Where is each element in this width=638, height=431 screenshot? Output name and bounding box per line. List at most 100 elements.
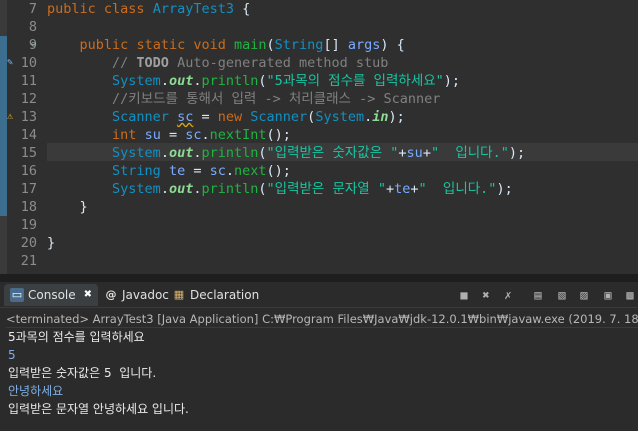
code-token: String [112,163,161,179]
show-console-icon[interactable]: ▧ [554,287,570,303]
code-line[interactable]: System.out.println("5과목의 점수를 입력하세요"); [47,72,460,90]
new-console-icon[interactable]: ▩ [622,287,638,303]
line-number: 19 [20,217,37,233]
line-number: 14 [20,127,37,143]
tab-declaration-label: Declaration [190,288,260,302]
code-token: void [193,37,226,53]
code-token: main [234,37,267,53]
code-token: static [136,37,186,53]
code-line[interactable]: System.out.println("입력받은 문자열 "+te+" 입니다.… [47,180,513,198]
code-line[interactable]: String te = sc.next(); [47,162,291,180]
overview-ruler [0,0,7,274]
remove-all-icon[interactable]: ✗ [500,287,516,303]
warning-icon[interactable]: ⚠ [7,111,19,123]
tab-declaration[interactable]: ▦ Declaration [172,284,259,306]
code-token: public [79,37,129,53]
code-token: (); [266,163,291,179]
code-token: // [112,55,137,71]
javadoc-icon: @ [105,288,117,301]
code-line[interactable]: //키보드를 통해서 입력 -> 처리클래스 -> Scanner [47,90,440,108]
code-token: " 입니다." [430,145,509,161]
tab-javadoc[interactable]: @ Javadoc [104,284,169,306]
code-token: args [347,37,381,53]
panel-separator[interactable] [0,274,638,282]
code-token: public [47,1,96,17]
code-token: [] [323,37,348,53]
code-token: //키보드를 통해서 입력 -> 처리클래스 -> Scanner [112,91,441,107]
code-token: ( [258,73,267,89]
console-view[interactable]: <terminated> ArrayTest3 [Java Applicatio… [0,308,638,431]
code-token: ( [258,145,267,161]
code-token: "5과목의 점수를 입력하세요" [266,73,444,89]
code-token: . [201,127,210,143]
console-icon: ▭ [10,288,24,302]
remove-launch-icon[interactable]: ✖ [478,287,494,303]
code-token: " 입니다." [418,181,497,197]
code-token: . [364,109,373,125]
code-token: "입력받은 문자열 " [266,181,386,197]
console-header: <terminated> ArrayTest3 [Java Applicatio… [6,312,638,328]
code-token: TODO [136,55,169,71]
fold-icon[interactable]: ⊖ [31,39,43,51]
code-token: String [274,37,324,53]
code-area[interactable]: public class ArrayTest3 { public static … [47,0,637,274]
code-token: println [201,181,259,197]
line-number-gutter: 7 8 9 10 11 12 13 14 15 16 17 18 19 20 21 ⊖ ✎ ⚠ [7,0,41,274]
code-line[interactable]: Scanner sc = new Scanner(System.in); [47,108,405,126]
terminate-icon[interactable]: ■ [456,287,472,303]
code-token: nextInt [209,127,267,143]
close-icon[interactable]: ✖ [84,284,92,306]
console-input-line: 5 [8,348,16,362]
code-token: . [160,73,169,89]
code-token: in [372,109,389,125]
scroll-lock-icon[interactable]: ▤ [530,287,546,303]
line-number: 8 [28,19,37,35]
code-token: + [422,145,431,161]
code-token: int [112,127,137,143]
code-token: ( [258,181,267,197]
code-token: class [103,1,145,17]
code-token: te [394,181,411,197]
code-line[interactable]: public class ArrayTest3 { [47,0,250,18]
code-line[interactable]: } [47,198,88,216]
display-console-icon[interactable]: ▣ [600,287,616,303]
line-number: 16 [20,163,37,179]
code-editor[interactable]: 7 8 9 10 11 12 13 14 15 16 17 18 19 20 21 ⊖ ✎ ⚠ public cl… [0,0,638,274]
pin-console-icon[interactable]: ▨ [576,287,592,303]
console-output-line: 5과목의 점수를 입력하세요 [8,330,145,344]
tab-console[interactable]: ▭ Console ✖ [4,284,99,306]
code-token: su [406,145,423,161]
line-number: 20 [20,235,37,251]
task-marker-icon[interactable]: ✎ [7,57,19,69]
console-input-line: 안녕하세요 [8,384,64,398]
code-token: = [160,127,186,143]
code-token: ); [496,181,513,197]
code-line[interactable]: } [47,234,55,252]
code-token: out [168,145,194,161]
code-token: Scanner [112,109,169,125]
code-token: System [315,109,365,125]
code-token: = [185,163,210,179]
line-number: 17 [20,181,37,197]
code-token: = [193,109,218,125]
code-line[interactable]: System.out.println("입력받은 숫자값은 "+su+" 입니다… [47,144,525,162]
code-token: Scanner [250,109,308,125]
code-line[interactable]: public static void main(String[] args) { [47,36,405,54]
code-line[interactable]: int su = sc.nextInt(); [47,126,291,144]
code-token: sc [185,127,202,143]
code-token: su [144,127,161,143]
code-line[interactable]: // TODO Auto-generated method stub [47,54,388,72]
code-token: + [385,181,395,197]
code-token: System [112,181,161,197]
